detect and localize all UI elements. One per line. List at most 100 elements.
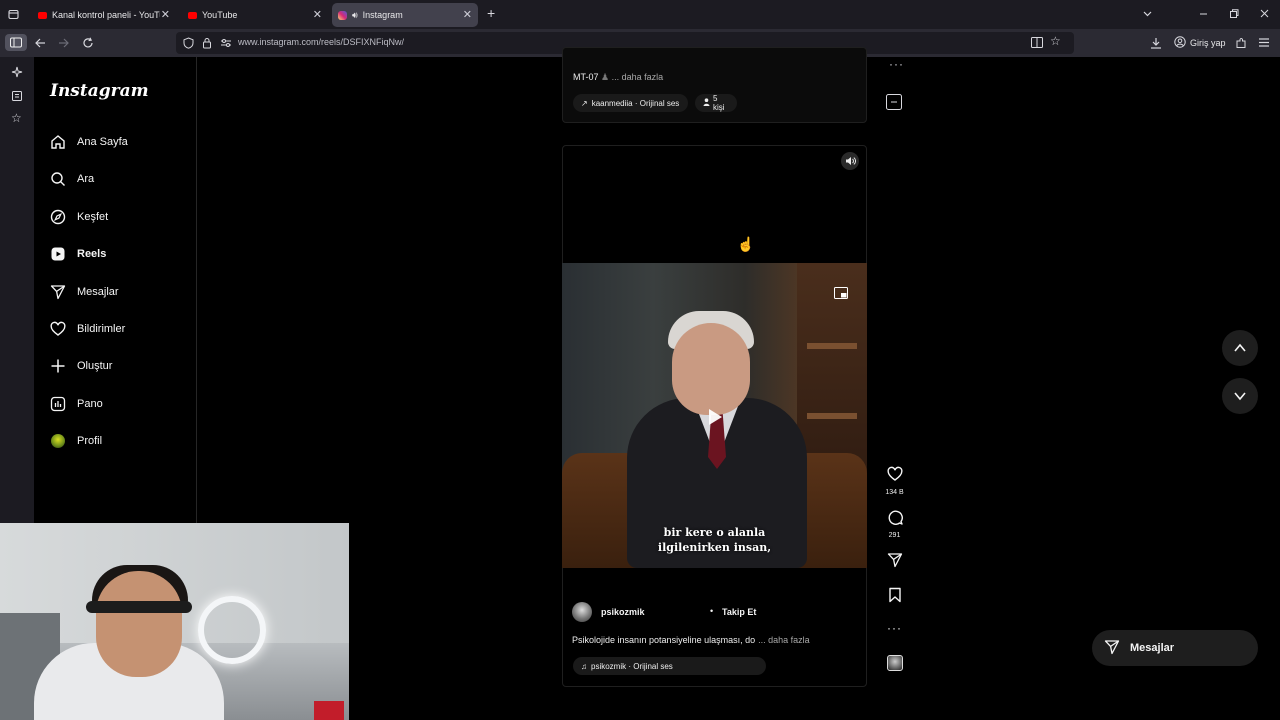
face xyxy=(672,323,750,415)
extensions-icon[interactable] xyxy=(1235,37,1247,49)
chevron-down-icon xyxy=(1234,392,1246,401)
tab-youtube[interactable]: YouTube ✕ xyxy=(182,3,328,27)
tab-youtube-studio[interactable]: Kanal kontrol paneli - YouTube S ✕ xyxy=(32,3,176,27)
next-reel-button[interactable] xyxy=(1222,378,1258,414)
like-button[interactable]: 134 B xyxy=(882,466,907,496)
close-tab-icon[interactable]: ✕ xyxy=(463,8,472,21)
nav-create[interactable]: Oluştur xyxy=(50,353,112,379)
send-icon xyxy=(887,552,903,573)
author-username[interactable]: psikozmik xyxy=(601,607,645,617)
bookmark-star-icon[interactable]: ☆ xyxy=(1050,35,1061,47)
audio-chip[interactable]: ♫ psikozmik · Orijinal ses xyxy=(573,657,766,675)
nav-explore[interactable]: Keşfet xyxy=(50,204,108,230)
new-tab-icon[interactable]: + xyxy=(487,6,495,20)
author-avatar[interactable] xyxy=(572,602,592,622)
sign-in-label: Giriş yap xyxy=(1190,38,1226,48)
restore-window-icon[interactable] xyxy=(1229,9,1239,19)
downloads-icon[interactable] xyxy=(1150,37,1162,49)
share-button[interactable] xyxy=(882,552,907,573)
instagram-logo[interactable]: Instagram xyxy=(50,81,149,101)
comment-button[interactable]: 291 xyxy=(882,509,907,539)
close-tab-icon[interactable]: ✕ xyxy=(313,8,322,21)
history-icon[interactable] xyxy=(11,90,23,102)
tab-instagram[interactable]: 🔊︎ Instagram ✕ xyxy=(332,3,478,27)
collapse-icon[interactable] xyxy=(886,94,902,110)
picture-in-picture-icon[interactable] xyxy=(834,287,848,299)
tab-list-icon[interactable] xyxy=(8,9,19,20)
youtube-favicon-icon xyxy=(38,11,47,19)
nav-search[interactable]: Ara xyxy=(50,166,94,192)
previous-reel-button[interactable] xyxy=(1222,330,1258,366)
save-button[interactable] xyxy=(882,587,907,608)
subtitle-line: ilgilenirken insan, xyxy=(657,541,772,554)
nav-messages[interactable]: Mesajlar xyxy=(50,279,119,305)
send-icon xyxy=(1104,639,1120,658)
arrow-icon: ↗ xyxy=(581,98,588,108)
nav-dashboard[interactable]: Pano xyxy=(50,391,103,417)
webcam-red-object xyxy=(314,701,344,720)
bookmarks-icon[interactable]: ☆ xyxy=(11,112,22,124)
chevron-down-icon[interactable] xyxy=(1142,8,1153,19)
sidebar-toggle-icon[interactable] xyxy=(5,34,27,51)
audio-thumbnail[interactable] xyxy=(882,655,907,671)
bookmark-icon xyxy=(887,587,903,608)
account-icon xyxy=(1174,36,1186,50)
forward-icon[interactable] xyxy=(58,37,70,49)
reels-feed: MT-07 ♟ ... daha fazla ↗ kaanmediia · Or… xyxy=(197,47,1280,720)
send-icon xyxy=(50,284,66,300)
back-icon[interactable] xyxy=(34,37,46,49)
reel-author[interactable]: psikozmik xyxy=(572,602,645,622)
compass-icon xyxy=(50,209,66,225)
nav-label: Ara xyxy=(77,173,95,185)
permissions-icon[interactable] xyxy=(220,37,232,49)
more-options-button[interactable]: ··· xyxy=(882,621,907,635)
browser-tab-bar: Kanal kontrol paneli - YouTube S ✕ YouTu… xyxy=(0,0,1280,29)
tagged-people-chip[interactable]: 5 kişi xyxy=(695,94,737,112)
webcam-overlay xyxy=(0,523,349,720)
more-link[interactable]: ... daha fazla xyxy=(758,635,810,645)
like-count: 134 B xyxy=(885,489,904,496)
play-icon[interactable] xyxy=(700,403,728,431)
speaker-icon[interactable]: 🔊︎ xyxy=(352,10,358,21)
lock-icon[interactable] xyxy=(202,37,212,49)
previous-reel-card[interactable]: MT-07 ♟ ... daha fazla ↗ kaanmediia · Or… xyxy=(562,47,867,123)
video-subtitle: bir kere o alanla ilgilenirken insan, xyxy=(562,525,867,555)
reel-caption: Psikolojide insanın potansiyeline ulaşma… xyxy=(572,635,810,645)
messages-floating-button[interactable]: Mesajlar xyxy=(1092,630,1258,666)
youtube-favicon-icon xyxy=(188,11,197,19)
audio-label: psikozmik · Orijinal ses xyxy=(591,661,673,671)
sign-in-button[interactable]: Giriş yap xyxy=(1174,36,1226,50)
more-dots-icon: ··· xyxy=(887,621,902,635)
shield-icon[interactable] xyxy=(183,37,194,49)
tab-title: Kanal kontrol paneli - YouTube S xyxy=(52,10,160,20)
shelf-board xyxy=(807,343,857,349)
more-options-icon[interactable]: ··· xyxy=(889,58,904,70)
ai-chatbot-icon[interactable] xyxy=(11,66,23,78)
subtitle-line: bir kere o alanla xyxy=(663,526,766,539)
nav-label: Keşfet xyxy=(77,211,109,223)
minimize-window-icon[interactable] xyxy=(1198,8,1209,19)
audio-chip[interactable]: ↗ kaanmediia · Orijinal ses xyxy=(573,94,688,112)
ring-light xyxy=(198,596,266,664)
more-link[interactable]: ... daha fazla xyxy=(612,72,664,82)
close-window-icon[interactable] xyxy=(1259,8,1270,19)
volume-icon[interactable] xyxy=(841,152,859,170)
menu-icon[interactable] xyxy=(1258,37,1270,48)
follow-button[interactable]: Takip Et xyxy=(722,607,756,617)
reels-icon xyxy=(50,246,66,262)
reload-icon[interactable] xyxy=(82,37,94,49)
nav-reels[interactable]: Reels xyxy=(50,241,106,267)
nav-profile[interactable]: Profil xyxy=(50,428,102,454)
reel-video[interactable]: bir kere o alanla ilgilenirken insan, xyxy=(562,263,867,568)
nav-notifications[interactable]: Bildirimler xyxy=(50,316,125,342)
nav-label: Pano xyxy=(77,398,103,410)
cursor-icon: ☝ xyxy=(737,236,755,252)
nav-home[interactable]: Ana Sayfa xyxy=(50,129,128,155)
webcam-person-face xyxy=(96,571,182,677)
caption-text: MT-07 xyxy=(573,72,599,82)
reader-view-icon[interactable] xyxy=(1031,37,1043,48)
url-text: www.instagram.com/reels/DSFIXNFiqNw/ xyxy=(238,37,405,47)
nav-label: Ana Sayfa xyxy=(77,136,128,148)
close-tab-icon[interactable]: ✕ xyxy=(161,8,170,21)
audio-label: kaanmediia · Orijinal ses xyxy=(591,98,680,108)
